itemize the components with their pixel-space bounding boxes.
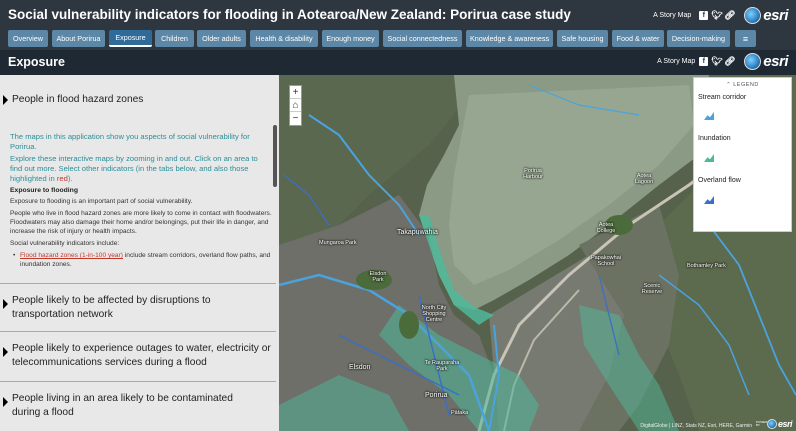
place-label: Aotea College xyxy=(596,222,616,234)
esri-globe-icon xyxy=(766,419,777,429)
accordion-item-label: People in flood hazard zones xyxy=(12,94,144,105)
accordion-item-contamination[interactable]: People living in an area likely to be co… xyxy=(0,383,276,431)
divider xyxy=(0,283,276,284)
place-label: Pātaka xyxy=(451,410,469,416)
esri-logo[interactable]: esri xyxy=(744,6,788,24)
story-map-label: A Story Map xyxy=(653,11,692,19)
tab-about-porirua[interactable]: About Porirua xyxy=(52,30,105,47)
tab-knowledge-awareness[interactable]: Knowledge & awareness xyxy=(466,30,553,47)
facebook-icon[interactable]: f xyxy=(699,10,709,20)
esri-globe-icon xyxy=(744,6,762,24)
tab-enough-money[interactable]: Enough money xyxy=(322,30,379,47)
place-label: Bothamley Park xyxy=(687,263,726,269)
accordion-item-label: People living in an area likely to be co… xyxy=(12,393,233,418)
expand-arrow-icon xyxy=(3,397,8,407)
divider xyxy=(0,331,276,332)
overland-flow-swatch xyxy=(704,196,714,204)
esri-logo[interactable]: esri xyxy=(744,53,788,70)
tab-overview[interactable]: Overview xyxy=(8,30,48,47)
tab-safe-housing[interactable]: Safe housing xyxy=(557,30,608,47)
accordion-item-transportation[interactable]: People likely to be affected by disrupti… xyxy=(0,285,276,329)
story-map-label: A Story Map xyxy=(657,58,696,65)
legend-label: Inundation xyxy=(698,135,731,142)
map-view[interactable]: + ⌂ − Porirua Harbour Takapuwahia Mungar… xyxy=(279,75,796,431)
section-title: Exposure xyxy=(8,55,65,69)
place-label: Aotea Lagoon xyxy=(634,173,654,185)
section-content: The maps in this application show you as… xyxy=(10,132,272,269)
intro-instructions: Explore these interactive maps by zoomin… xyxy=(10,154,258,183)
expand-arrow-icon xyxy=(3,347,8,357)
tab-social-connectedness[interactable]: Social connectedness xyxy=(383,30,462,47)
header-actions: A Story Map f 🐦︎ 🔗︎ esri xyxy=(653,5,788,25)
menu-icon: ≡ xyxy=(742,33,749,44)
tab-health-disability[interactable]: Health & disability xyxy=(250,30,318,47)
place-label: Elsdon Park xyxy=(369,271,387,283)
accordion-item-flood-hazard-zones[interactable]: People in flood hazard zones xyxy=(0,87,276,113)
legend-title[interactable]: ⌃ LEGEND xyxy=(694,82,791,88)
accordion-item-outages[interactable]: People likely to experience outages to w… xyxy=(0,333,276,379)
app-header: Social vulnerability indicators for floo… xyxy=(0,0,796,30)
place-label: Te Rauparaha Park xyxy=(424,360,460,372)
link-icon[interactable]: 🔗︎ xyxy=(724,10,735,20)
place-label: North City Shopping Centre xyxy=(421,305,447,323)
esri-globe-icon xyxy=(744,53,762,70)
app-title: Social vulnerability indicators for floo… xyxy=(8,7,571,22)
list-item: Flood hazard zones (1-in-100 year) inclu… xyxy=(13,251,272,269)
expand-arrow-icon xyxy=(3,95,8,105)
place-label: Porirua xyxy=(425,392,448,399)
tab-exposure[interactable]: Exposure xyxy=(109,30,152,47)
place-label: Takapuwahia xyxy=(397,229,438,236)
place-label: Papakowhai School xyxy=(591,255,621,267)
home-button[interactable]: ⌂ xyxy=(290,99,301,112)
zoom-out-button[interactable]: − xyxy=(290,112,301,125)
twitter-icon[interactable]: 🐦︎ xyxy=(711,56,722,66)
inundation-swatch xyxy=(704,154,714,162)
link-icon[interactable]: 🔗︎ xyxy=(724,56,735,66)
tab-food-water[interactable]: Food & water xyxy=(612,30,664,47)
tab-bar: Overview About Porirua Exposure Children… xyxy=(0,30,796,50)
content-paragraph: People who live in flood hazard zones ar… xyxy=(10,210,272,235)
divider xyxy=(0,381,276,382)
powered-by-esri-logo[interactable]: POWERED BY esri xyxy=(756,419,793,429)
content-paragraph: Exposure to flooding is an important par… xyxy=(10,198,193,205)
expand-arrow-icon xyxy=(3,299,8,309)
place-label: Scenic Reserve xyxy=(641,283,663,295)
chevron-up-icon: ⌃ xyxy=(726,82,732,88)
tab-older-adults[interactable]: Older adults xyxy=(197,30,246,47)
map-legend: ⌃ LEGEND Stream corridor Inundation Over… xyxy=(693,77,792,232)
zoom-controls: + ⌂ − xyxy=(289,85,302,126)
place-label: Porirua Harbour xyxy=(523,168,543,180)
panel-scrollbar[interactable] xyxy=(273,125,277,187)
accordion-item-label: People likely to experience outages to w… xyxy=(12,343,271,368)
map-attribution: DigitalGlobe | LINZ, Stats NZ, Esri, HER… xyxy=(640,423,752,429)
stream-corridor-swatch xyxy=(704,112,714,120)
zoom-in-button[interactable]: + xyxy=(290,86,301,99)
place-label: Mungaroa Park xyxy=(319,240,357,246)
intro-text: The maps in this application show you as… xyxy=(10,132,250,151)
tab-decision-making[interactable]: Decision-making xyxy=(667,30,730,47)
legend-label: Overland flow xyxy=(698,177,741,184)
tab-children[interactable]: Children xyxy=(155,30,194,47)
place-label: Elsdon xyxy=(349,364,371,371)
twitter-icon[interactable]: 🐦︎ xyxy=(711,10,722,20)
section-header-actions: A Story Map f 🐦︎ 🔗︎ esri xyxy=(657,53,788,70)
flood-hazard-zones-link[interactable]: Flood hazard zones (1-in-100 year) xyxy=(20,252,123,259)
accordion-item-label: People likely to be affected by disrupti… xyxy=(12,295,211,320)
more-tabs-button[interactable]: ≡ xyxy=(735,30,756,47)
section-header: Exposure A Story Map f 🐦︎ 🔗︎ esri xyxy=(0,50,796,75)
facebook-icon[interactable]: f xyxy=(699,57,709,66)
accordion-panel: People in flood hazard zones The maps in… xyxy=(0,75,279,431)
legend-label: Stream corridor xyxy=(698,94,747,101)
content-heading: Exposure to flooding xyxy=(10,187,78,194)
content-paragraph: Social vulnerability indicators include: xyxy=(10,240,120,247)
